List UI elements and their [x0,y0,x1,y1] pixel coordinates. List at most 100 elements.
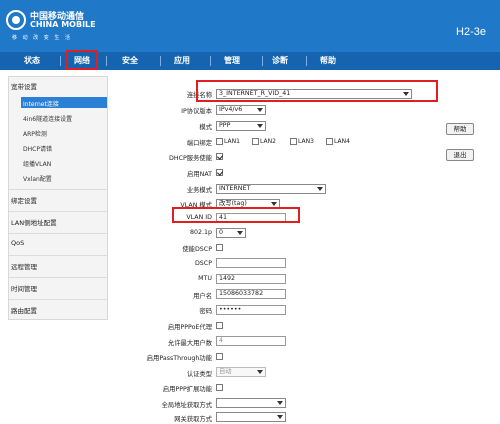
max-users-label: 允许最大用户数 [167,340,212,347]
nat-label: 启用NAT [187,171,212,178]
gateway-addr-label: 网关获取方式 [174,416,212,423]
pppoe-proxy-checkbox[interactable] [216,322,223,329]
sidebar-group-route[interactable]: 路由配置 [11,305,37,315]
lan2-label: LAN2 [260,138,276,145]
connection-name-highlight [196,80,438,102]
lan1-label: LAN1 [224,138,240,145]
passthrough-checkbox[interactable] [216,353,223,360]
sidebar-group-time[interactable]: 时间管理 [11,283,37,293]
sidebar-group-binding[interactable]: 绑定设置 [11,195,37,205]
brand-slogan: 移 动 改 变 生 活 [12,35,72,41]
password-input[interactable]: •••••• [216,305,286,315]
service-mode-value: INTERNET [219,185,251,192]
dscp-label: DSCP [194,260,212,267]
lan3-checkbox[interactable] [290,138,297,145]
dscp-enable-label: 使能DSCP [182,246,212,253]
mtu-label: MTU [198,275,212,282]
dhcp-label: DHCP服务使能 [169,155,212,162]
sidebar-item-multicast-vlan[interactable]: 组播VLAN [23,159,51,168]
chevron-down-icon [277,415,283,419]
brand-en: CHINA MOBILE [30,20,96,29]
nav-separator [160,56,161,66]
dot1p-value: 0 [219,229,224,236]
ip-version-select[interactable]: IPv4/v6 [216,105,266,115]
sidebar-divider [9,189,107,190]
auth-type-select[interactable]: 自动 [216,367,266,377]
nav-separator [106,56,107,66]
nav-separator [210,56,211,66]
dscp-input[interactable] [216,258,286,268]
ip-version-label: IP协议版本 [181,108,212,115]
lan4-checkbox[interactable] [326,138,333,145]
max-users-input[interactable]: 4 [216,336,286,346]
chevron-down-icon [237,231,243,235]
nav-separator [60,56,61,66]
lan3-label: LAN3 [298,138,314,145]
ppp-ext-label: 启用PPP扩展功能 [162,386,212,393]
sidebar: 宽带设置 Internet连接 4in6隧道连接设置 ARP检测 DHCP请错 … [8,76,108,320]
sidebar-item-arp[interactable]: ARP检测 [23,129,47,138]
sidebar-divider [9,255,107,256]
chevron-down-icon [257,124,263,128]
nav-highlight-box [66,50,98,70]
sidebar-group-qos[interactable]: QoS [11,239,24,247]
auth-type-value: 自动 [219,368,232,375]
port-binding-label: 端口绑定 [186,140,212,147]
sidebar-divider [9,277,107,278]
help-button[interactable]: 帮助 [446,123,474,135]
mode-select[interactable]: PPP [216,121,266,131]
device-model: H2-3e [456,26,486,38]
nav-application[interactable]: 应用 [168,52,196,70]
chevron-down-icon [317,187,323,191]
chevron-down-icon [257,370,263,374]
nav-status[interactable]: 状态 [18,52,46,70]
dhcp-checkbox[interactable] [216,153,223,160]
sidebar-group-remote[interactable]: 远程管理 [11,261,37,271]
dscp-enable-checkbox[interactable] [216,244,223,251]
sidebar-divider [9,211,107,212]
service-mode-select[interactable]: INTERNET [216,184,326,194]
password-label: 密码 [199,308,212,315]
auth-type-label: 认证类型 [186,371,212,378]
vlan-mode-value: 改写(tag) [219,200,247,207]
nav-diagnostics[interactable]: 诊断 [266,52,294,70]
passthrough-label: 启用PassThrough功能 [146,355,212,362]
sidebar-item-internet[interactable]: Internet连接 [23,99,59,108]
ppp-ext-checkbox[interactable] [216,384,223,391]
chevron-down-icon [271,202,277,206]
lan1-checkbox[interactable] [216,138,223,145]
logout-button[interactable]: 退出 [446,149,474,161]
logo-mark-icon [6,10,26,30]
pppoe-proxy-label: 启用PPPoE代理 [167,324,212,331]
sidebar-item-4in6[interactable]: 4in6隧道连接设置 [23,114,72,123]
sidebar-item-vxlan[interactable]: Vxlan配置 [23,174,52,183]
mtu-input[interactable]: 1492 [216,274,286,284]
sidebar-divider [9,299,107,300]
username-input[interactable]: 15086033782 [216,289,286,299]
nav-help[interactable]: 帮助 [314,52,342,70]
header-bar: 中国移动通信 CHINA MOBILE 移 动 改 变 生 活 H2-3e [0,0,500,52]
sidebar-group-broadband[interactable]: 宽带设置 [11,81,37,91]
sidebar-item-dhcp[interactable]: DHCP请错 [23,144,52,153]
lan4-label: LAN4 [334,138,350,145]
chevron-down-icon [277,401,283,405]
username-label: 用户名 [193,293,212,300]
dot1p-select[interactable]: 0 [216,228,246,238]
nav-separator [262,56,263,66]
sidebar-group-lan[interactable]: LAN侧地址配置 [11,217,57,227]
vlan-id-highlight [172,207,300,223]
global-addr-select[interactable] [216,398,286,408]
lan2-checkbox[interactable] [252,138,259,145]
chevron-down-icon [257,108,263,112]
sidebar-divider [9,233,107,234]
gateway-addr-select[interactable] [216,412,286,422]
global-addr-label: 全局地址获取方式 [161,402,212,409]
nav-security[interactable]: 安全 [116,52,144,70]
nav-separator [306,56,307,66]
nav-management[interactable]: 管理 [218,52,246,70]
nat-checkbox[interactable] [216,169,223,176]
mode-label: 模式 [199,124,212,131]
china-mobile-logo: 中国移动通信 CHINA MOBILE 移 动 改 变 生 活 [6,8,96,48]
service-mode-label: 业务模式 [186,187,212,194]
ip-version-value: IPv4/v6 [219,106,243,113]
